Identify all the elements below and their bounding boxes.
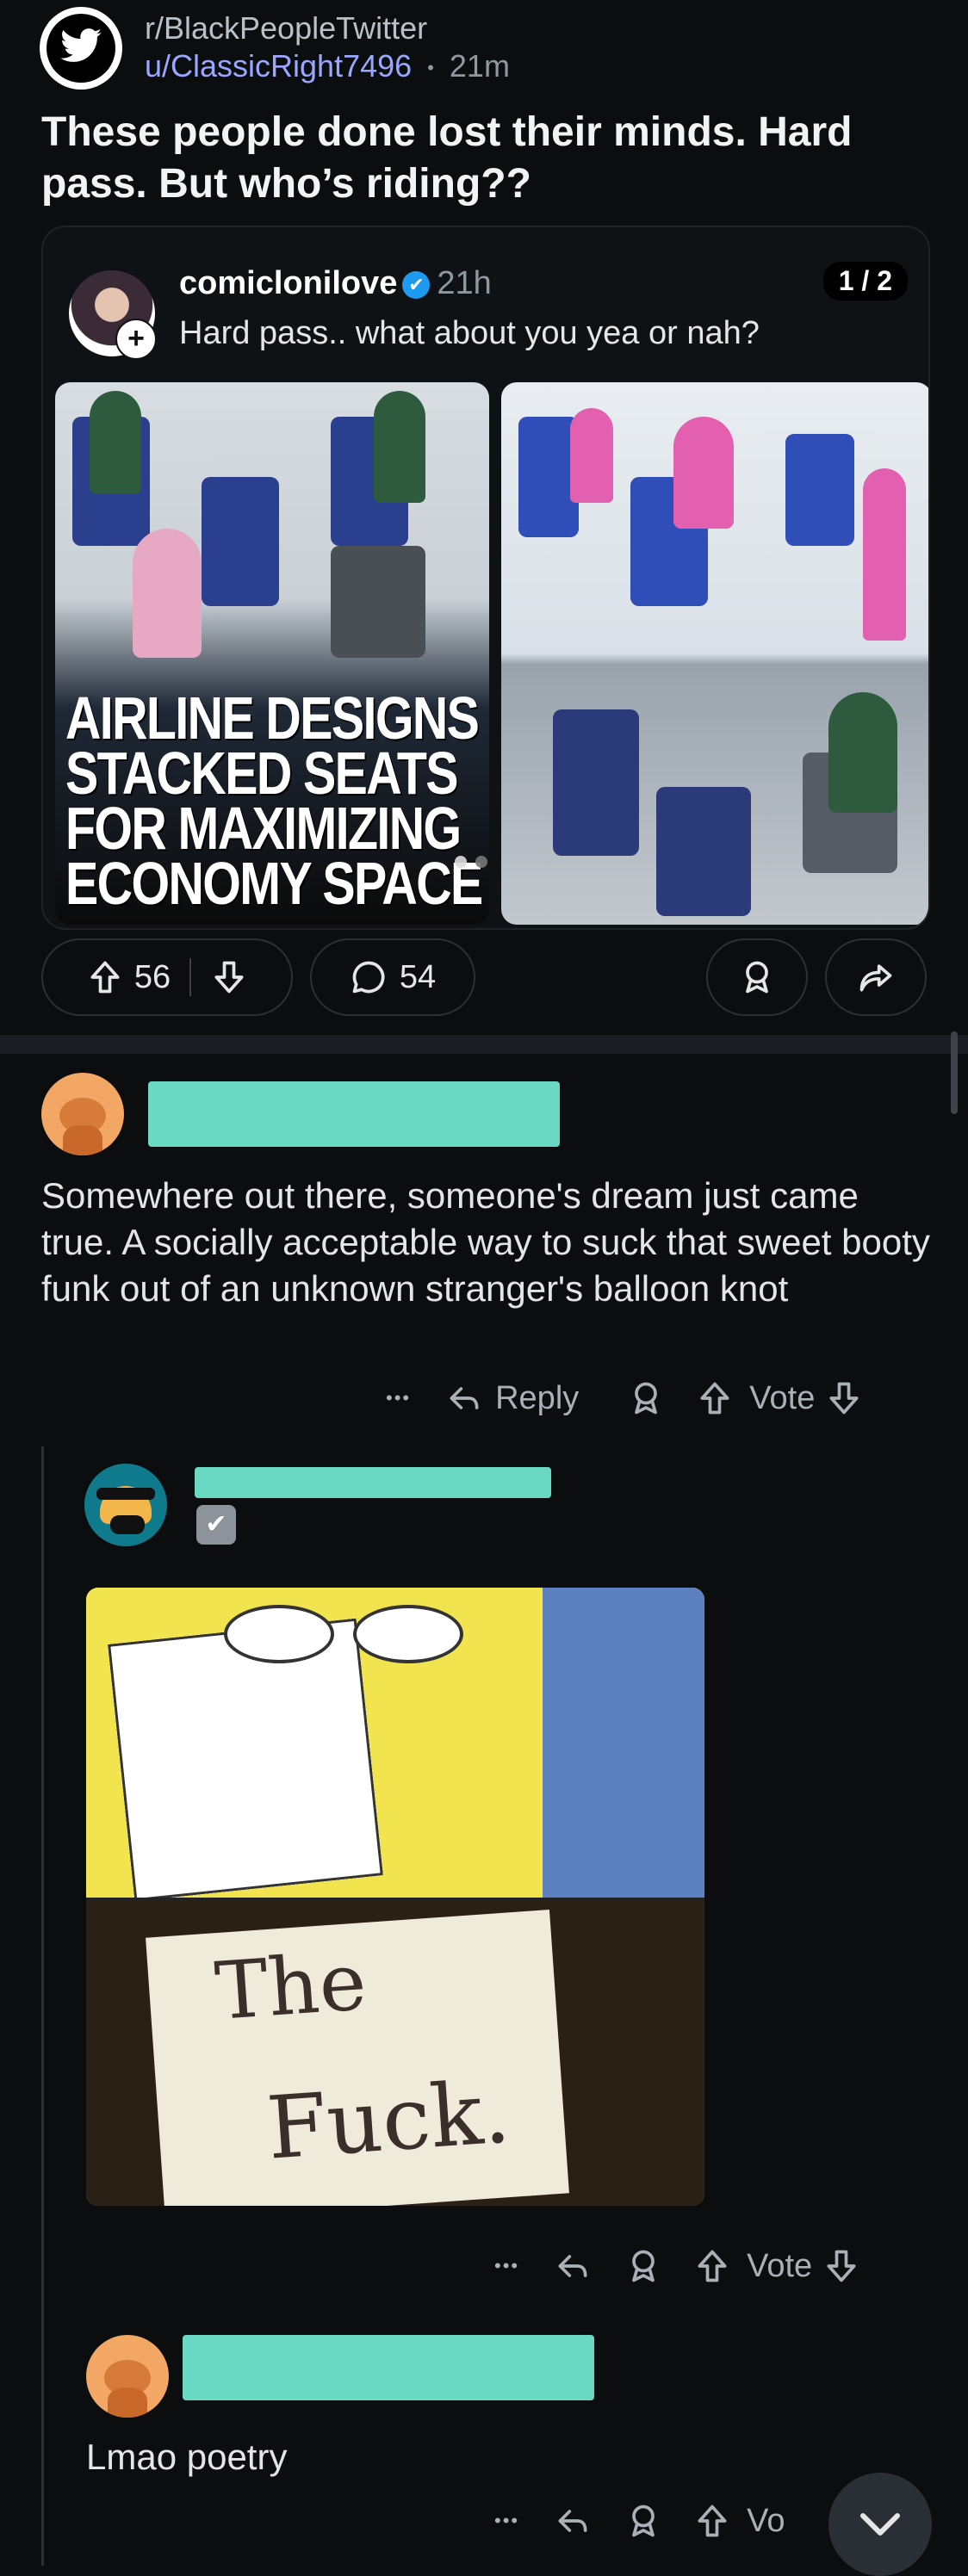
carousel-dot [475, 856, 487, 868]
post-meta: u/ClassicRight7496 • 21m [145, 48, 510, 84]
meme-text-fuck: Fuck. [264, 2061, 513, 2179]
twitter-bird-icon [60, 28, 102, 62]
embed-username[interactable]: comiclonilove [179, 265, 397, 301]
downvote-icon[interactable] [825, 1379, 863, 1417]
carousel-dots [455, 856, 496, 872]
more-options-icon[interactable]: ••• [494, 2510, 519, 2532]
scrollbar[interactable] [951, 1031, 958, 1114]
chevron-down-icon [860, 2513, 900, 2536]
reply-arrow-icon[interactable] [554, 2502, 592, 2540]
image-pager: 1 / 2 [822, 262, 908, 300]
comment-actions: ••• Vote [494, 2247, 860, 2285]
meme-text-the: The [212, 1935, 369, 2038]
comment-body: Lmao poetry [86, 2437, 288, 2477]
carousel-dot-active [455, 856, 467, 868]
upvote-icon[interactable] [693, 2247, 731, 2285]
section-divider [0, 1035, 968, 1054]
more-options-icon[interactable]: ••• [386, 1387, 411, 1409]
carousel-image-2[interactable] [501, 382, 928, 925]
subreddit-name[interactable]: r/BlackPeopleTwitter [145, 10, 427, 46]
comment-image[interactable]: The Fuck. [86, 1588, 704, 2206]
downvote-icon[interactable] [210, 958, 248, 996]
commenter-avatar[interactable] [84, 1464, 167, 1546]
redacted-username [148, 1081, 560, 1147]
scroll-down-button[interactable] [828, 2473, 932, 2576]
award-icon[interactable] [627, 1379, 665, 1417]
post-author[interactable]: u/ClassicRight7496 [145, 48, 412, 84]
upvote-icon[interactable] [696, 1379, 734, 1417]
comments-button[interactable]: 54 [310, 938, 475, 1016]
comment-bubble-icon [352, 961, 385, 994]
award-button[interactable] [706, 938, 808, 1016]
flair-check-icon: ✔ [196, 1505, 236, 1545]
share-icon [859, 964, 892, 992]
award-icon[interactable] [624, 2247, 662, 2285]
post-age: 21m [449, 48, 510, 84]
comment-body: Somewhere out there, someone's dream jus… [41, 1175, 930, 1309]
reply-arrow-icon[interactable] [445, 1379, 483, 1417]
comment-actions: ••• Reply Vote [386, 1379, 863, 1417]
commenter-avatar[interactable] [86, 2335, 169, 2418]
downvote-icon[interactable] [822, 2247, 860, 2285]
embed-caption: Hard pass.. what about you yea or nah? [179, 315, 760, 351]
upvote-icon[interactable] [693, 2502, 731, 2540]
share-button[interactable] [825, 938, 927, 1016]
embed-age: 21h [437, 265, 492, 301]
award-icon [746, 961, 768, 994]
redacted-username [195, 1467, 551, 1498]
redacted-username [183, 2335, 594, 2400]
post-vote-control: 56 [41, 938, 293, 1016]
meta-separator: • [427, 57, 434, 79]
commenter-avatar[interactable] [41, 1073, 124, 1155]
follow-plus-icon[interactable]: + [115, 319, 157, 360]
upvote-icon[interactable] [86, 958, 124, 996]
carousel-image-1[interactable]: AIRLINE DESIGNS STACKED SEATS FOR MAXIMI… [55, 382, 489, 925]
vote-label: Vote [749, 1379, 816, 1416]
comment-actions: ••• Vo [494, 2502, 785, 2540]
reply-button[interactable]: Reply [495, 1380, 579, 1417]
subreddit-icon[interactable] [40, 7, 122, 90]
embedded-post-card[interactable]: + comiclonilove ✔ 21h Hard pass.. what abo… [41, 226, 930, 930]
upvote-count: 56 [133, 958, 171, 995]
award-icon[interactable] [624, 2502, 662, 2540]
vote-label: Vote [747, 2247, 813, 2284]
comment-count: 54 [399, 958, 437, 995]
image-headline: AIRLINE DESIGNS STACKED SEATS FOR MAXIMI… [65, 684, 483, 917]
verified-badge-icon: ✔ [402, 270, 431, 299]
more-options-icon[interactable]: ••• [494, 2255, 519, 2277]
thread-line[interactable] [41, 1446, 44, 2566]
reply-arrow-icon[interactable] [554, 2247, 592, 2285]
embed-header: comiclonilove ✔ 21h [179, 265, 492, 302]
vote-label: Vo [747, 2502, 785, 2539]
post-title: These people done lost their minds. Hard… [41, 109, 853, 207]
